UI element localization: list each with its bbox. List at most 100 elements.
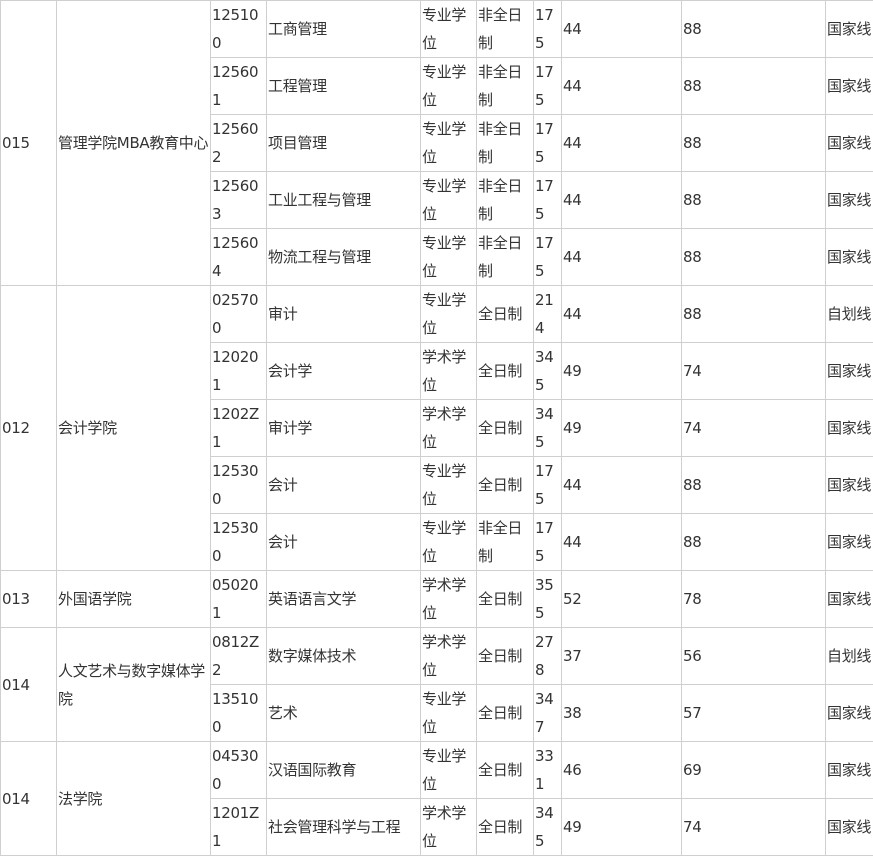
line-type-cell: 国家线 xyxy=(825,0,873,58)
major-name-cell: 审计 xyxy=(266,285,421,343)
line-type-cell: 自划线 xyxy=(825,627,873,685)
study-mode-cell: 全日制 xyxy=(476,399,534,457)
major-name-cell: 会计学 xyxy=(266,342,421,400)
degree-type-cell: 专业学位 xyxy=(420,456,477,514)
subject-score-b-cell: 88 xyxy=(681,0,826,58)
line-type-cell: 国家线 xyxy=(825,513,873,571)
major-name-cell: 工业工程与管理 xyxy=(266,171,421,229)
study-mode-cell: 非全日制 xyxy=(476,0,534,58)
total-score-cell: 355 xyxy=(533,570,562,628)
major-name-cell: 社会管理科学与工程 xyxy=(266,798,421,856)
college-name-cell: 人文艺术与数字媒体学院 xyxy=(56,627,211,742)
study-mode-cell: 非全日制 xyxy=(476,513,534,571)
major-name-cell: 汉语国际教育 xyxy=(266,741,421,799)
study-mode-cell: 全日制 xyxy=(476,342,534,400)
study-mode-cell: 非全日制 xyxy=(476,171,534,229)
total-score-cell: 345 xyxy=(533,342,562,400)
table-row: 015 管理学院MBA教育中心 125100 工商管理 专业学位 非全日制 175 44 88 国… xyxy=(0,0,873,286)
degree-type-cell: 专业学位 xyxy=(420,57,477,115)
subject-score-b-cell: 88 xyxy=(681,171,826,229)
subject-score-a-cell: 44 xyxy=(561,285,682,343)
subject-score-b-cell: 78 xyxy=(681,570,826,628)
subject-score-a-cell: 46 xyxy=(561,741,682,799)
degree-type-cell: 专业学位 xyxy=(420,0,477,58)
degree-type-cell: 学术学位 xyxy=(420,570,477,628)
major-code-cell: 125601 xyxy=(210,57,267,115)
subject-score-b-cell: 56 xyxy=(681,627,826,685)
line-type-cell: 国家线 xyxy=(825,57,873,115)
study-mode-cell: 全日制 xyxy=(476,684,534,742)
major-code-cell: 125300 xyxy=(210,513,267,571)
line-type-cell: 自划线 xyxy=(825,285,873,343)
line-type-cell: 国家线 xyxy=(825,741,873,799)
degree-type-cell: 学术学位 xyxy=(420,399,477,457)
major-code-cell: 125100 xyxy=(210,0,267,58)
degree-type-cell: 学术学位 xyxy=(420,798,477,856)
line-type-cell: 国家线 xyxy=(825,171,873,229)
subject-score-a-cell: 49 xyxy=(561,399,682,457)
college-name-cell: 管理学院MBA教育中心 xyxy=(56,0,211,286)
line-type-cell: 国家线 xyxy=(825,456,873,514)
major-name-cell: 项目管理 xyxy=(266,114,421,172)
major-code-cell: 025700 xyxy=(210,285,267,343)
subject-score-a-cell: 49 xyxy=(561,798,682,856)
table-row: 014 人文艺术与数字媒体学院 0812Z2 数字媒体技术 学术学位 全日制 278 37 56… xyxy=(0,627,873,742)
total-score-cell: 175 xyxy=(533,171,562,229)
subject-score-a-cell: 37 xyxy=(561,627,682,685)
total-score-cell: 345 xyxy=(533,399,562,457)
subject-score-a-cell: 44 xyxy=(561,114,682,172)
total-score-cell: 175 xyxy=(533,0,562,58)
degree-type-cell: 专业学位 xyxy=(420,513,477,571)
line-type-cell: 国家线 xyxy=(825,342,873,400)
degree-type-cell: 专业学位 xyxy=(420,684,477,742)
line-type-cell: 国家线 xyxy=(825,399,873,457)
subject-score-a-cell: 44 xyxy=(561,57,682,115)
degree-type-cell: 专业学位 xyxy=(420,741,477,799)
major-code-cell: 125602 xyxy=(210,114,267,172)
major-name-cell: 会计 xyxy=(266,456,421,514)
college-code-cell: 014 xyxy=(0,627,57,742)
subject-score-a-cell: 49 xyxy=(561,342,682,400)
line-type-cell: 国家线 xyxy=(825,684,873,742)
major-code-cell: 120201 xyxy=(210,342,267,400)
college-code-cell: 013 xyxy=(0,570,57,628)
study-mode-cell: 全日制 xyxy=(476,285,534,343)
major-name-cell: 艺术 xyxy=(266,684,421,742)
subject-score-b-cell: 88 xyxy=(681,228,826,286)
degree-type-cell: 专业学位 xyxy=(420,171,477,229)
line-type-cell: 国家线 xyxy=(825,798,873,856)
subject-score-a-cell: 38 xyxy=(561,684,682,742)
major-code-cell: 1201Z1 xyxy=(210,798,267,856)
total-score-cell: 175 xyxy=(533,57,562,115)
major-code-cell: 125604 xyxy=(210,228,267,286)
subject-score-b-cell: 88 xyxy=(681,456,826,514)
major-name-cell: 工程管理 xyxy=(266,57,421,115)
major-name-cell: 物流工程与管理 xyxy=(266,228,421,286)
line-type-cell: 国家线 xyxy=(825,228,873,286)
total-score-cell: 278 xyxy=(533,627,562,685)
subject-score-a-cell: 44 xyxy=(561,456,682,514)
subject-score-b-cell: 57 xyxy=(681,684,826,742)
study-mode-cell: 非全日制 xyxy=(476,228,534,286)
study-mode-cell: 全日制 xyxy=(476,570,534,628)
total-score-cell: 347 xyxy=(533,684,562,742)
total-score-cell: 175 xyxy=(533,513,562,571)
major-name-cell: 英语语言文学 xyxy=(266,570,421,628)
study-mode-cell: 非全日制 xyxy=(476,57,534,115)
study-mode-cell: 全日制 xyxy=(476,627,534,685)
college-name-cell: 法学院 xyxy=(56,741,211,856)
study-mode-cell: 全日制 xyxy=(476,456,534,514)
total-score-cell: 214 xyxy=(533,285,562,343)
major-name-cell: 数字媒体技术 xyxy=(266,627,421,685)
subject-score-b-cell: 74 xyxy=(681,399,826,457)
college-code-cell: 014 xyxy=(0,741,57,856)
subject-score-b-cell: 88 xyxy=(681,57,826,115)
subject-score-b-cell: 88 xyxy=(681,285,826,343)
subject-score-a-cell: 44 xyxy=(561,171,682,229)
line-type-cell: 国家线 xyxy=(825,114,873,172)
college-name-cell: 外国语学院 xyxy=(56,570,211,628)
table-row: 012 会计学院 025700 审计 专业学位 全日制 214 44 88 自划线 xyxy=(0,285,873,571)
total-score-cell: 175 xyxy=(533,114,562,172)
major-code-cell: 050201 xyxy=(210,570,267,628)
subject-score-a-cell: 52 xyxy=(561,570,682,628)
